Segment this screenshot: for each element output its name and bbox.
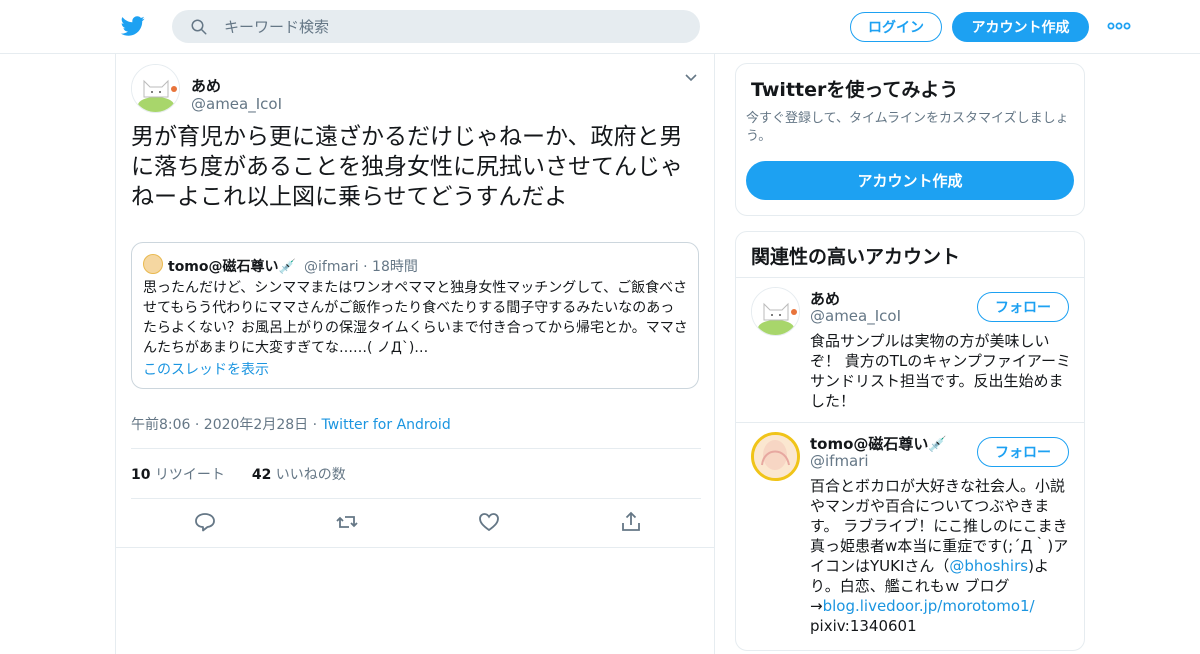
quoted-tweet[interactable]: tomo@磁石尊い💉 @ifmari · 18時間 思ったんだけど、シンママまた…: [131, 242, 699, 389]
share-icon[interactable]: [619, 510, 643, 534]
account-bio: 百合とボカロが大好きな社会人。小説やマンガや百合についてつぶやきます。 ラブライ…: [810, 476, 1072, 636]
separator-dot: ·: [363, 259, 373, 275]
account-handle[interactable]: @amea_IcoI: [810, 307, 901, 325]
follow-button[interactable]: フォロー: [977, 437, 1069, 467]
quoted-handle-text: @ifmari: [304, 259, 359, 275]
top-navigation-bar: ログイン アカウント作成: [0, 0, 1200, 54]
account-name[interactable]: あめ: [810, 288, 840, 309]
retweet-icon[interactable]: [335, 510, 359, 534]
avatar[interactable]: [751, 287, 800, 336]
signup-button[interactable]: アカウント作成: [952, 12, 1089, 42]
quoted-tweet-text: 思ったんだけど、シンママまたはワンオペママと独身女性マッチングして、ご飯食べさせ…: [143, 280, 688, 356]
more-options-icon[interactable]: [1106, 18, 1132, 34]
reply-icon[interactable]: [193, 510, 217, 534]
retweets-count: 10: [131, 467, 151, 483]
tweet-header: あめ @amea_IcoI: [131, 62, 701, 113]
quoted-author-name: tomo@磁石尊い💉: [168, 259, 296, 275]
likes-count: 42: [251, 467, 272, 483]
account-bio: 食品サンプルは実物の方が美味しいぞ！ 貴方のTLのキャンプファイアーミサンドリス…: [810, 332, 1071, 410]
signup-promo-card: Twitterを使ってみよう 今すぐ登録して、タイムラインをカスタマイズしましょ…: [735, 63, 1085, 216]
divider: [131, 448, 701, 449]
tweet-author-name[interactable]: あめ: [191, 75, 221, 96]
search-bar[interactable]: [172, 10, 700, 43]
quoted-author-avatar: [143, 254, 163, 274]
tweet-source-link[interactable]: Twitter for Android: [322, 417, 451, 433]
quoted-time: 18時間: [372, 259, 418, 275]
account-handle[interactable]: @ifmari: [810, 452, 869, 470]
likes-label: いいねの数: [275, 467, 346, 483]
signup-card-subtitle: 今すぐ登録して、タイムラインをカスタマイズしましょう。: [746, 111, 1069, 144]
quoted-author-handle: @ifmari · 18時間: [304, 256, 418, 276]
login-button[interactable]: ログイン: [850, 12, 942, 42]
like-heart-icon[interactable]: [477, 510, 501, 534]
twitter-bird-icon[interactable]: [120, 14, 146, 38]
tweet-meta: 午前8:06 · 2020年2月28日 · Twitter for Androi…: [131, 414, 451, 434]
related-account-item[interactable]: tomo@磁石尊い💉 @ifmari フォロー 百合とボカロが大好きな社会人。小…: [736, 422, 1084, 642]
tweet-text: 男が育児から更に遠ざかるだけじゃねーか、政府と男に落ち度があることを独身女性に尻…: [131, 124, 683, 210]
bio-blog-link[interactable]: blog.livedoor.jp/morotomo1/: [823, 597, 1035, 615]
likes-stat[interactable]: 42 いいねの数: [252, 467, 346, 483]
divider: [116, 547, 714, 548]
retweets-label: リツイート: [154, 467, 225, 483]
search-input[interactable]: [224, 17, 664, 36]
illustrated-avatar-icon: [754, 435, 797, 478]
avatar[interactable]: [751, 432, 800, 481]
related-accounts-card: 関連性の高いアカウント あめ @amea_IcoI フォロー 食品サンプルは実物…: [735, 231, 1085, 651]
avatar[interactable]: [131, 64, 180, 113]
bio-text: pixiv:1340601: [810, 617, 917, 635]
tweet-stats: 10 リツイート 42 いいねの数: [131, 464, 346, 484]
cat-avatar-icon: [132, 65, 179, 112]
tweet-actions: [131, 510, 701, 536]
signup-card-title: Twitterを使ってみよう: [751, 79, 959, 101]
search-icon: [191, 19, 207, 34]
tweet-author-handle[interactable]: @amea_IcoI: [191, 95, 282, 113]
tweet-detail-column: あめ @amea_IcoI 男が育児から更に遠ざかるだけじゃねーか、政府と男に落…: [115, 54, 715, 654]
cat-avatar-icon: [752, 288, 799, 335]
bio-mention-link[interactable]: @bhoshirs: [949, 557, 1028, 575]
separator-dot: ·: [312, 417, 322, 433]
retweets-stat[interactable]: 10 リツイート: [131, 467, 225, 483]
signup-card-button[interactable]: アカウント作成: [746, 161, 1074, 200]
chevron-down-icon[interactable]: [683, 70, 699, 86]
related-account-item[interactable]: あめ @amea_IcoI フォロー 食品サンプルは実物の方が美味しいぞ！ 貴方…: [736, 277, 1084, 422]
follow-button[interactable]: フォロー: [977, 292, 1069, 322]
tweet-timestamp[interactable]: 午前8:06 · 2020年2月28日: [131, 417, 308, 433]
show-thread-link[interactable]: このスレッドを表示: [143, 359, 269, 379]
related-accounts-title: 関連性の高いアカウント: [751, 246, 961, 268]
account-name[interactable]: tomo@磁石尊い💉: [810, 433, 947, 454]
divider: [131, 498, 701, 499]
